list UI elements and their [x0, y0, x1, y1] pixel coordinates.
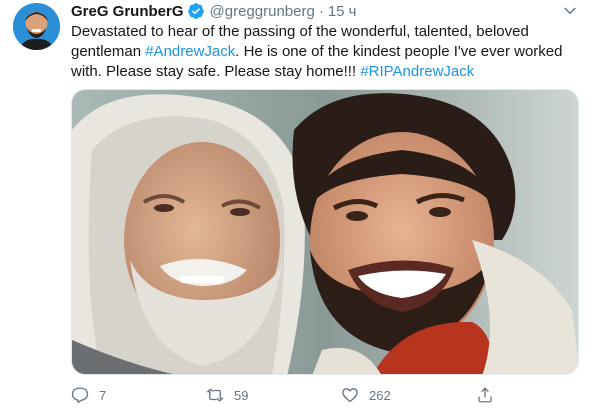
author-handle[interactable]: @greggrunberg: [210, 3, 315, 20]
tweet-photo[interactable]: [71, 89, 579, 375]
hashtag-link[interactable]: #RIPAndrewJack: [360, 63, 474, 80]
author-name[interactable]: GreG GrunberG: [71, 3, 184, 20]
tweet-timestamp[interactable]: 15 ч: [328, 3, 357, 20]
share-button[interactable]: [476, 386, 506, 404]
tweet-header: GreG GrunberG @greggrunberg · 15 ч: [71, 0, 579, 22]
verified-badge-icon: [187, 2, 205, 20]
tweet-text: Devastated to hear of the passing of the…: [71, 22, 577, 82]
like-count: 262: [369, 387, 391, 403]
tweet[interactable]: GreG GrunberG @greggrunberg · 15 ч Devas…: [0, 0, 594, 413]
header-separator: ·: [318, 2, 324, 20]
retweet-icon: [206, 386, 224, 404]
retweet-button[interactable]: 59: [206, 386, 341, 404]
hashtag-link[interactable]: #AndrewJack: [145, 43, 235, 60]
share-icon: [476, 386, 494, 404]
like-button[interactable]: 262: [341, 386, 476, 404]
tweet-actions: 7 59 262: [71, 384, 501, 406]
retweet-count: 59: [234, 387, 249, 403]
reply-count: 7: [99, 387, 107, 403]
avatar[interactable]: [13, 3, 60, 50]
heart-icon: [341, 386, 359, 404]
chevron-down-icon[interactable]: [561, 2, 579, 20]
tweet-content: GreG GrunberG @greggrunberg · 15 ч Devas…: [71, 0, 579, 82]
reply-button[interactable]: 7: [71, 386, 206, 404]
reply-icon: [71, 386, 89, 404]
